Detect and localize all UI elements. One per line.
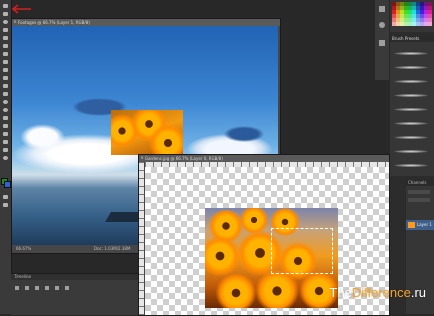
pasted-flower-layer[interactable]: [111, 110, 183, 155]
dodge-tool-icon[interactable]: [2, 107, 9, 113]
gradient-tool-icon[interactable]: [2, 91, 9, 97]
hand-tool-icon[interactable]: [2, 147, 9, 153]
background-color-swatch[interactable]: [4, 181, 11, 188]
next-frame-icon[interactable]: [45, 286, 49, 290]
history-brush-tool-icon[interactable]: [2, 75, 9, 81]
channels-tab[interactable]: Channels: [408, 180, 427, 186]
crop-tool-icon[interactable]: [2, 35, 9, 41]
rectangle-tool-icon[interactable]: [2, 139, 9, 145]
close-icon[interactable]: ×: [140, 156, 144, 160]
eyedropper-tool-icon[interactable]: [2, 43, 9, 49]
brush-presets-title[interactable]: Brush Presets: [392, 36, 419, 42]
watermark-part1: The: [329, 285, 352, 300]
previous-frame-icon[interactable]: [25, 286, 29, 290]
opacity-field[interactable]: [408, 198, 430, 202]
swatches-panel: [390, 0, 434, 32]
watermark: TheDifference.ru: [329, 286, 426, 300]
zoom-level[interactable]: 66.67%: [16, 246, 31, 252]
flower-photo[interactable]: [205, 208, 338, 308]
type-tool-icon[interactable]: [2, 123, 9, 129]
timeline-title[interactable]: Timeline: [14, 274, 31, 280]
move-tool-icon[interactable]: [2, 3, 9, 9]
blend-mode-select[interactable]: [408, 190, 430, 194]
path-select-tool-icon[interactable]: [2, 131, 9, 137]
color-swatch[interactable]: [428, 22, 432, 26]
watermark-part3: .ru: [410, 285, 426, 300]
zoom-tool-icon[interactable]: [2, 155, 9, 161]
doc-size: Doc: 1.03M/2.38M: [94, 246, 131, 251]
swatches-panel-icon[interactable]: [379, 22, 385, 28]
timeline-panel: Timeline: [11, 273, 145, 315]
healing-brush-tool-icon[interactable]: [2, 51, 9, 57]
settings-icon[interactable]: [65, 286, 69, 290]
screen-mode-icon[interactable]: [2, 202, 9, 208]
document-title: Gardens.jpg @ 66.7% (Layer 0, RGB/8): [145, 156, 223, 161]
layer-name: Layer 1: [417, 222, 432, 227]
document-tab[interactable]: × Gardens.jpg @ 66.7% (Layer 0, RGB/8): [139, 155, 389, 162]
close-icon[interactable]: ×: [13, 20, 17, 24]
watermark-part2: Difference: [351, 285, 411, 300]
brush-tool-icon[interactable]: [2, 59, 9, 65]
quick-select-tool-icon[interactable]: [2, 27, 9, 33]
first-frame-icon[interactable]: [15, 286, 19, 290]
document-tab[interactable]: × Footages @ 66.7% (Layer 1, RGB/8): [12, 19, 280, 26]
layer-row[interactable]: Layer 1: [406, 220, 434, 230]
eraser-tool-icon[interactable]: [2, 83, 9, 89]
pen-tool-icon[interactable]: [2, 115, 9, 121]
clone-stamp-tool-icon[interactable]: [2, 67, 9, 73]
annotation-arrow-icon: [11, 4, 31, 14]
vertical-ruler[interactable]: [139, 162, 144, 315]
audio-icon[interactable]: [55, 286, 59, 290]
brush-presets-panel: Brush Presets: [390, 36, 434, 176]
blur-tool-icon[interactable]: [2, 99, 9, 105]
color-panel-icon[interactable]: [379, 6, 385, 12]
lasso-tool-icon[interactable]: [2, 19, 9, 25]
quick-mask-icon[interactable]: [2, 194, 9, 200]
panel-icon-strip: [375, 0, 389, 80]
marquee-tool-icon[interactable]: [2, 11, 9, 17]
play-icon[interactable]: [35, 286, 39, 290]
selection-marquee[interactable]: [271, 228, 333, 274]
document-title: Footages @ 66.7% (Layer 1, RGB/8): [18, 20, 90, 25]
brush-panel-icon[interactable]: [379, 40, 385, 46]
